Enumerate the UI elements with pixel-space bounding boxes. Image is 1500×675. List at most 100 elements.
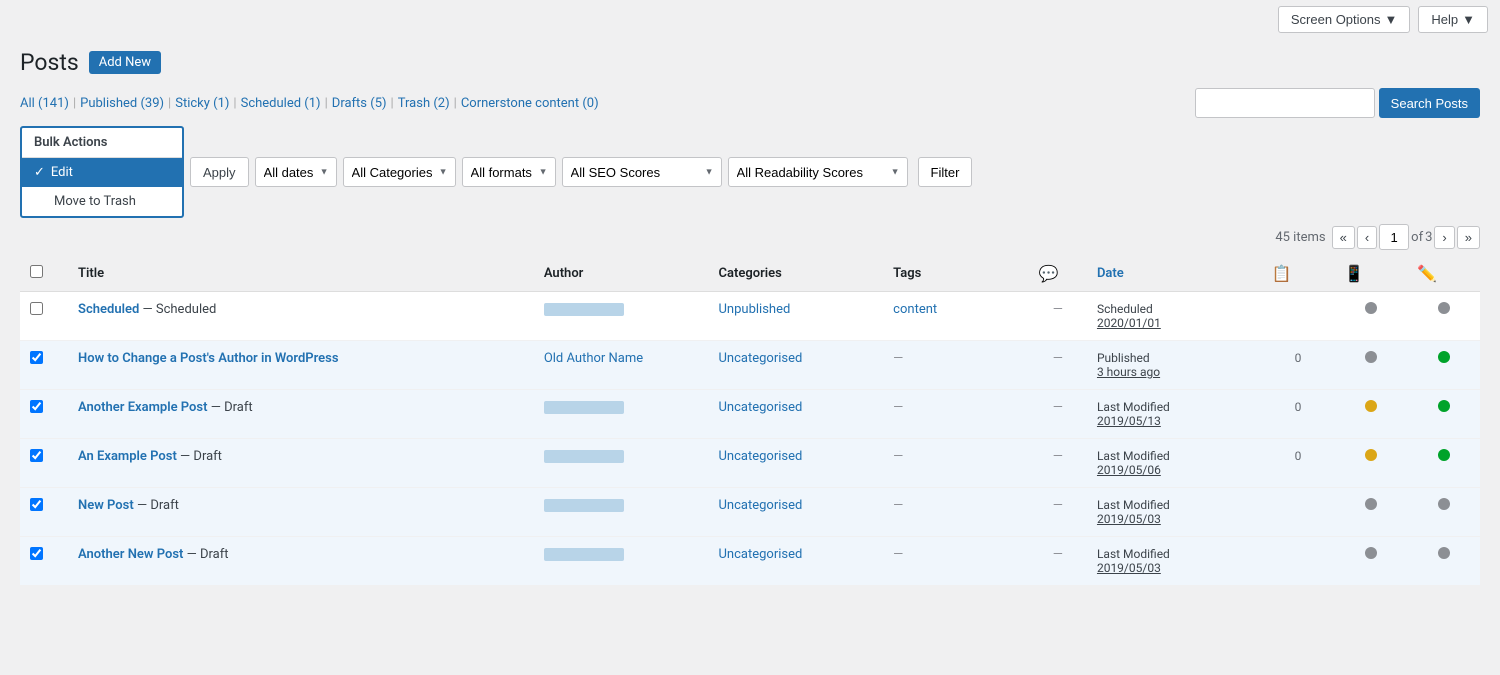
category-link[interactable]: Uncategorised: [719, 498, 803, 513]
category-link[interactable]: Uncategorised: [719, 547, 803, 562]
move-to-trash-option[interactable]: Move to Trash: [22, 187, 182, 216]
categories-filter[interactable]: All Categories: [343, 157, 456, 187]
sticky-filter-link[interactable]: Sticky (1): [175, 96, 229, 111]
seo-dot: [1365, 302, 1377, 314]
date-value: 2019/05/03: [1097, 512, 1252, 526]
date-column-header[interactable]: Date: [1087, 256, 1262, 292]
post-title-link[interactable]: An Example Post: [78, 449, 177, 464]
filter-button[interactable]: Filter: [918, 157, 973, 187]
comments-column-header: 💬: [1029, 256, 1087, 292]
row-checkbox-2[interactable]: [30, 400, 43, 413]
help-button[interactable]: Help ▼: [1418, 6, 1488, 33]
date-value: 2020/01/01: [1097, 316, 1252, 330]
next-page-button[interactable]: ›: [1434, 226, 1454, 249]
date-type: Published: [1097, 351, 1252, 365]
post-title-link[interactable]: How to Change a Post's Author in WordPre…: [78, 351, 339, 366]
post-readability-dot-cell: [1407, 537, 1480, 586]
post-category-cell: Uncategorised: [709, 341, 884, 390]
row-checkbox-0[interactable]: [30, 302, 43, 315]
post-title-link[interactable]: New Post: [78, 498, 134, 513]
tags-empty: —: [893, 351, 903, 366]
trash-filter-link[interactable]: Trash (2): [398, 96, 450, 111]
seo-filter[interactable]: All SEO Scores: [562, 157, 722, 187]
score1-icon: 📋: [1272, 264, 1292, 283]
readability-dot: [1438, 302, 1450, 314]
seo-dot: [1365, 498, 1377, 510]
row-checkbox-4[interactable]: [30, 498, 43, 511]
scheduled-filter-link[interactable]: Scheduled (1): [241, 96, 321, 111]
post-readability-dot-cell: [1407, 341, 1480, 390]
author-link[interactable]: Old Author Name: [544, 351, 643, 366]
edit-option[interactable]: ✓ Edit: [22, 158, 182, 187]
all-filter-link[interactable]: All (141): [20, 96, 69, 111]
dates-filter[interactable]: All dates: [255, 157, 337, 187]
screen-options-label: Screen Options: [1291, 12, 1381, 27]
post-title-link[interactable]: Another Example Post: [78, 400, 207, 415]
post-tags-cell: —: [883, 488, 1029, 537]
post-status: — Draft: [134, 498, 179, 513]
score-value: 0: [1295, 449, 1302, 463]
formats-filter[interactable]: All formats: [462, 157, 556, 187]
last-page-button[interactable]: »: [1457, 226, 1480, 249]
author-blurred: [544, 499, 624, 512]
comments-count: —: [1053, 351, 1063, 366]
post-date-cell: Last Modified2019/05/03: [1087, 488, 1262, 537]
post-author-cell: [534, 390, 709, 439]
search-input[interactable]: [1195, 88, 1375, 118]
post-title-link[interactable]: Scheduled: [78, 302, 139, 317]
bulk-actions-dropdown[interactable]: Bulk Actions ✓ Edit Move to Trash: [20, 126, 184, 218]
apply-button[interactable]: Apply: [190, 157, 249, 187]
search-posts-button[interactable]: Search Posts: [1379, 88, 1480, 118]
select-all-checkbox[interactable]: [30, 265, 43, 278]
post-author-cell: [534, 488, 709, 537]
readability-filter[interactable]: All Readability Scores: [728, 157, 908, 187]
check-mark: ✓: [34, 165, 45, 180]
category-link[interactable]: Unpublished: [719, 302, 791, 317]
drafts-filter-link[interactable]: Drafts (5): [332, 96, 387, 111]
score3-icon: ✏️: [1417, 264, 1437, 283]
row-checkbox-5[interactable]: [30, 547, 43, 560]
date-type: Last Modified: [1097, 400, 1252, 414]
date-type: Last Modified: [1097, 547, 1252, 561]
categories-filter-wrapper: All Categories: [343, 157, 456, 187]
items-navigation: 45 items « ‹ of 3 › »: [20, 224, 1480, 250]
post-seo-dot-cell: [1334, 488, 1407, 537]
score3-column-header: ✏️: [1407, 256, 1480, 292]
select-all-header: [20, 256, 68, 292]
post-score-cell: 0: [1262, 341, 1335, 390]
post-tags-cell: —: [883, 390, 1029, 439]
post-comments-cell: —: [1029, 537, 1087, 586]
add-new-button[interactable]: Add New: [89, 51, 161, 74]
first-page-button[interactable]: «: [1332, 226, 1355, 249]
prev-page-button[interactable]: ‹: [1357, 226, 1377, 249]
row-checkbox-3[interactable]: [30, 449, 43, 462]
category-link[interactable]: Uncategorised: [719, 351, 803, 366]
post-date-cell: Published3 hours ago: [1087, 341, 1262, 390]
author-column-header: Author: [534, 256, 709, 292]
scheduled-filter: Scheduled (1) |: [241, 96, 332, 111]
post-score-cell: [1262, 292, 1335, 341]
post-title-link[interactable]: Another New Post: [78, 547, 183, 562]
seo-dot: [1365, 351, 1377, 363]
post-tags-cell: content: [883, 292, 1029, 341]
bulk-actions-header: Bulk Actions: [22, 128, 182, 158]
screen-options-button[interactable]: Screen Options ▼: [1278, 6, 1410, 33]
post-readability-dot-cell: [1407, 292, 1480, 341]
post-score-cell: [1262, 488, 1335, 537]
page-header: Posts Add New: [20, 49, 1480, 76]
category-link[interactable]: Uncategorised: [719, 449, 803, 464]
bulk-actions-wrapper: Bulk Actions ✓ Edit Move to Trash: [20, 126, 184, 218]
post-title-cell: How to Change a Post's Author in WordPre…: [68, 341, 534, 390]
published-filter-link[interactable]: Published (39): [80, 96, 164, 111]
post-seo-dot-cell: [1334, 537, 1407, 586]
cornerstone-filter-link[interactable]: Cornerstone content (0): [461, 96, 599, 111]
category-link[interactable]: Uncategorised: [719, 400, 803, 415]
current-page-input[interactable]: [1379, 224, 1409, 250]
help-label: Help: [1431, 12, 1458, 27]
row-checkbox-1[interactable]: [30, 351, 43, 364]
post-title-cell: Scheduled — Scheduled: [68, 292, 534, 341]
tag-link[interactable]: content: [893, 302, 937, 317]
post-tags-cell: —: [883, 537, 1029, 586]
post-status: — Scheduled: [139, 302, 216, 317]
title-column-header[interactable]: Title: [68, 256, 534, 292]
